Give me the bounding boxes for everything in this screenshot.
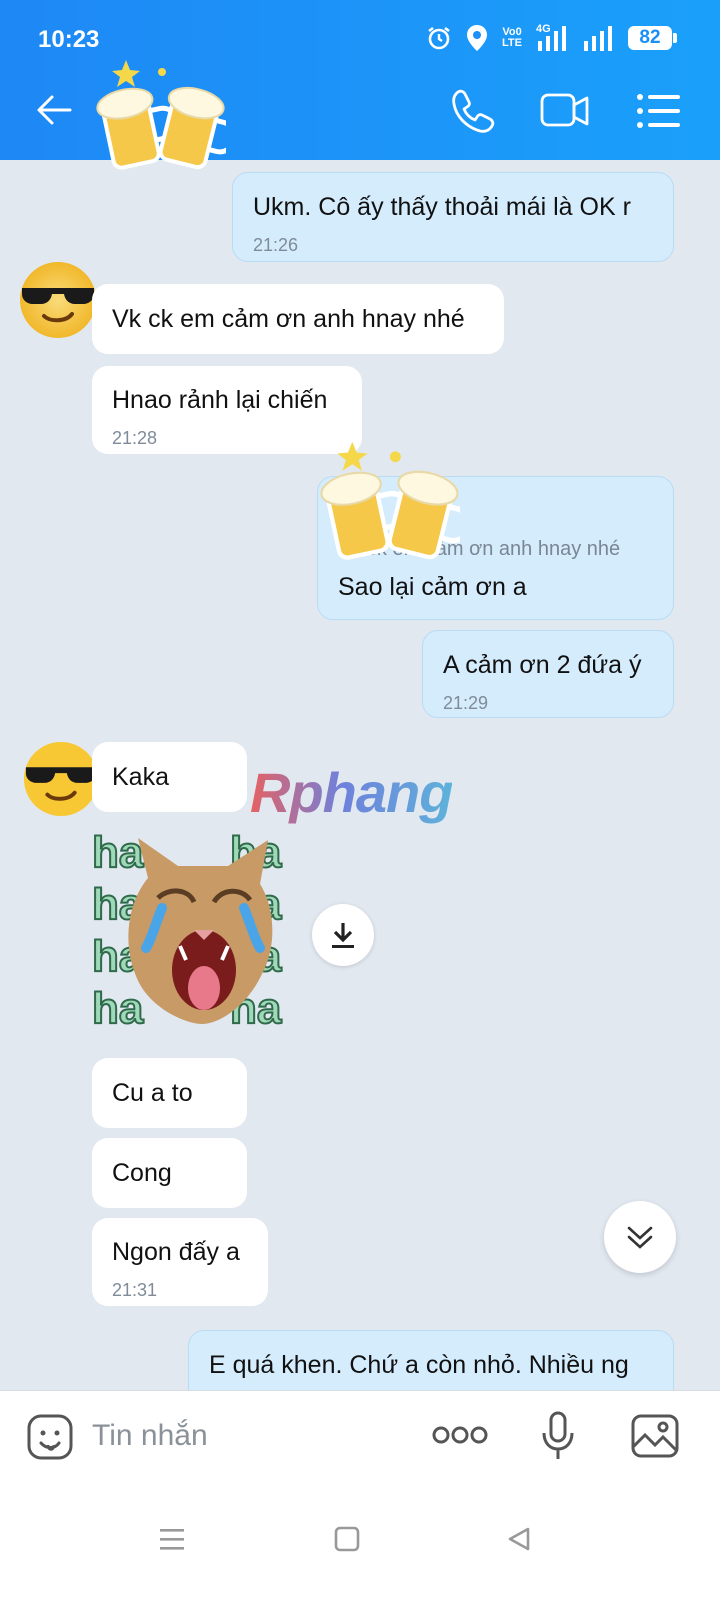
message-text: Hnao rảnh lại chiến [112, 386, 328, 414]
more-options-icon[interactable] [432, 1423, 488, 1447]
download-icon [332, 923, 354, 948]
message-input-bar: Tin nhắn [0, 1390, 720, 1480]
sticker-emoji-icon[interactable] [26, 1413, 74, 1461]
message-bubble[interactable]: Cong [92, 1138, 247, 1208]
message-text: Ukm. Cô ấy thấy thoải mái là OK r [253, 193, 631, 221]
chat-header: 10:23 Vo0 LTE 4G 82 [0, 0, 720, 170]
alarm-icon [428, 26, 450, 50]
system-nav-bar [0, 1480, 720, 1604]
volte-indicator: Vo0 LTE [502, 26, 522, 49]
message-bubble[interactable]: Kaka [92, 742, 247, 812]
signal-4g: 4G [536, 23, 568, 51]
message-text: E quá khen. Chứ a còn nhỏ. Nhiều ng [209, 1351, 629, 1379]
microphone-icon[interactable] [540, 1411, 576, 1461]
video-call-icon[interactable] [540, 88, 590, 134]
contact-avatar[interactable] [18, 260, 98, 340]
phone-icon[interactable] [448, 88, 498, 134]
message-bubble[interactable]: A cảm ơn 2 đứa ý 21:29 [422, 630, 674, 718]
location-icon [467, 25, 488, 51]
message-text: A cảm ơn 2 đứa ý [443, 651, 642, 679]
message-text: Cong [112, 1159, 172, 1187]
message-time: 21:28 [112, 428, 158, 448]
message-text: Ngon đấy a [112, 1238, 240, 1266]
message-text: Cu a to [112, 1079, 193, 1107]
message-bubble[interactable]: Ukm. Cô ấy thấy thoải mái là OK r 21:26 [232, 172, 674, 262]
message-list[interactable]: Ukm. Cô ấy thấy thoải mái là OK r 21:26 … [0, 160, 720, 1420]
status-time: 10:23 [38, 26, 100, 53]
menu-list-icon[interactable] [634, 88, 684, 134]
nav-back-icon[interactable] [506, 1526, 532, 1552]
laughing-cat-sticker[interactable]: ha ha ha ha ha ha ha ha [91, 827, 304, 1034]
watermark: Rphang [250, 761, 453, 824]
home-icon[interactable] [334, 1526, 360, 1552]
back-arrow-icon[interactable] [34, 90, 74, 130]
double-chevron-down-icon [627, 1226, 653, 1249]
battery-indicator: 82 [628, 26, 677, 50]
recent-apps-icon[interactable] [158, 1526, 186, 1552]
message-input[interactable]: Tin nhắn [92, 1419, 208, 1453]
message-time: 21:29 [443, 693, 489, 713]
message-time: 21:31 [112, 1280, 158, 1300]
cat-face-icon [128, 838, 273, 1024]
image-gallery-icon[interactable] [630, 1413, 680, 1459]
beer-reaction-sticker [320, 441, 460, 560]
status-icons: Vo0 LTE 4G 82 [426, 23, 677, 52]
message-bubble[interactable]: Vk ck em cảm ơn anh hnay nhé [92, 284, 504, 354]
signal-bars-2-icon [584, 26, 612, 51]
contact-avatar[interactable] [22, 740, 100, 818]
download-button[interactable] [312, 904, 374, 966]
scroll-to-bottom-button[interactable] [604, 1201, 676, 1273]
message-text: Kaka [112, 763, 169, 791]
message-bubble[interactable]: Cu a to [92, 1058, 247, 1128]
message-bubble[interactable]: Ngon đấy a 21:31 [92, 1218, 268, 1306]
message-text: Sao lại cảm ơn a [338, 573, 527, 601]
message-time: 21:26 [253, 235, 299, 255]
message-text: Vk ck em cảm ơn anh hnay nhé [112, 305, 465, 333]
